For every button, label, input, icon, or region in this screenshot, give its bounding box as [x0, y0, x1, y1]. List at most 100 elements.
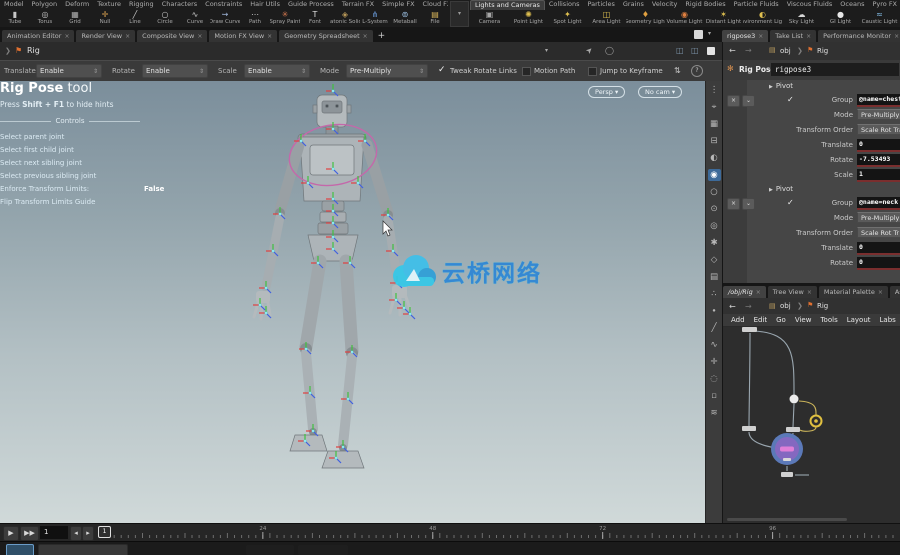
shelf-tool-environment-light[interactable]: ◐Environment Light [743, 10, 782, 27]
collapse-triangle-icon[interactable]: ▶ [769, 84, 773, 90]
menu-labs[interactable]: Labs [880, 316, 896, 324]
enable-checkbox[interactable]: ✓ [787, 198, 794, 207]
range-end-field[interactable] [298, 545, 348, 555]
new-tab-button[interactable]: + [375, 30, 389, 42]
dots-icon[interactable]: ∴ [708, 288, 721, 300]
snap-multi-icon[interactable]: ◫ [691, 46, 699, 55]
range-start-field[interactable] [246, 545, 294, 555]
shelf-tab-texture[interactable]: Texture [93, 0, 125, 10]
shelf-tab-particle-fluids[interactable]: Particle Fluids [730, 0, 783, 10]
rotate-dropdown[interactable]: Enable ⇕ [142, 64, 208, 78]
shelf-tool-grid[interactable]: ▦ Grid [60, 10, 90, 27]
param-value-mode[interactable]: Pre-Multiply [857, 212, 900, 223]
shelf-tab-constraints[interactable]: Constraints [201, 0, 246, 10]
param-value-group[interactable]: @name=chest [857, 94, 900, 107]
shelf-tool-line[interactable]: ╱ Line [120, 10, 150, 27]
no-cam-pill[interactable]: No cam ▾ [638, 86, 683, 98]
shelf-tool-platonic-solids[interactable]: ◈Platonic Solids [330, 10, 360, 27]
network-scrollbar[interactable] [727, 518, 847, 521]
maximize-square-icon[interactable] [707, 47, 715, 55]
options-dot-icon[interactable]: ▾ [545, 47, 548, 54]
shelf-tab-lights-and-cameras[interactable]: Lights and Cameras [470, 0, 545, 10]
shelf-tool-metaball[interactable]: ⊚ Metaball [390, 10, 420, 27]
pane-tab-animation-editor[interactable]: Animation Editor × [2, 30, 75, 42]
close-icon[interactable]: × [878, 289, 883, 296]
breadcrumb-rig[interactable]: Rig [817, 47, 828, 55]
drag-handle-icon[interactable]: ⋮ [708, 84, 721, 96]
step-back-button[interactable]: ◂ [70, 526, 82, 541]
menu-go[interactable]: Go [776, 316, 786, 324]
shelf-tool-circle[interactable]: ○ Circle [150, 10, 180, 27]
shelf-tool-curve[interactable]: ∿ Curve [180, 10, 210, 27]
shelf-tool-camera[interactable]: ▣ Camera [470, 10, 509, 27]
current-frame-field[interactable]: 1 [40, 526, 68, 539]
shelf-tab-pyro-fx[interactable]: Pyro FX [868, 0, 900, 10]
delete-instance-button[interactable]: × [727, 198, 740, 210]
shelf-tool-spray-paint[interactable]: ✳ Spray Paint [270, 10, 300, 27]
breadcrumb-obj[interactable]: obj [780, 47, 791, 55]
menu-tools[interactable]: Tools [820, 316, 837, 324]
shelf-tool-caustic-light[interactable]: ≈ Caustic Light [860, 10, 899, 27]
skip-to-end-button[interactable]: ▶▶ [20, 526, 39, 541]
pane-tab-geometry-spreadsheet[interactable]: Geometry Spreadsheet × [279, 30, 373, 42]
param-value-rotate[interactable]: -7.53493 [857, 154, 900, 167]
tweak-rotate-links-checkbox[interactable]: ✓ [438, 65, 446, 75]
menu-view[interactable]: View [795, 316, 812, 324]
pane-tab--obj-rig[interactable]: /obj/Rig × [723, 286, 766, 298]
shelf-tool-spot-light[interactable]: ✦ Spot Light [548, 10, 587, 27]
shelf-tool-gi-light[interactable]: ● GI Light [821, 10, 860, 27]
insert-instance-button[interactable]: ⌄ [742, 198, 755, 210]
plus-icon[interactable]: ✛ [708, 356, 721, 368]
jump-to-keyframe-checkbox[interactable] [588, 67, 597, 76]
close-icon[interactable]: × [64, 33, 69, 40]
shelf-tab-guide-process[interactable]: Guide Process [284, 0, 338, 10]
network-editor[interactable] [723, 327, 900, 523]
shelf-tab-hair-utils[interactable]: Hair Utils [246, 0, 284, 10]
light-bulb-icon[interactable]: ⊙ [708, 203, 721, 215]
pane-layout-icon[interactable] [694, 30, 703, 39]
pane-tab-take-list[interactable]: Take List × [770, 30, 817, 42]
shelf-set-menu-button[interactable]: ▾ [450, 1, 469, 27]
shelf-tool-file[interactable]: ▤ File [420, 10, 448, 27]
pane-tab-tree-view[interactable]: Tree View × [767, 286, 817, 298]
shelf-tab-oceans[interactable]: Oceans [836, 0, 868, 10]
shelf-tab-model[interactable]: Model [0, 0, 28, 10]
playback-mode-button[interactable] [38, 544, 128, 555]
snapshot-icon[interactable]: ▦ [708, 118, 721, 130]
close-icon[interactable]: × [197, 33, 202, 40]
menu-edit[interactable]: Edit [754, 316, 768, 324]
param-value-translate[interactable]: 0 [857, 139, 900, 152]
pane-tab-motion-fx-view[interactable]: Motion FX View × [209, 30, 278, 42]
translate-dropdown[interactable]: Enable ⇕ [36, 64, 102, 78]
param-value-mode[interactable]: Pre-Multiply [857, 109, 900, 120]
pin-icon[interactable]: ➤ [584, 45, 595, 56]
character-pick-icon[interactable]: ◇ [708, 254, 721, 266]
shelf-tab-particles[interactable]: Particles [583, 0, 618, 10]
shelf-tab-polygon[interactable]: Polygon [28, 0, 62, 10]
mode-dropdown[interactable]: Pre-Multiply ⇕ [346, 64, 428, 78]
shelf-tab-rigid-bodies[interactable]: Rigid Bodies [681, 0, 729, 10]
forward-arrow-icon[interactable]: → [745, 302, 752, 311]
back-arrow-icon[interactable]: ← [729, 302, 736, 311]
close-icon[interactable]: × [756, 289, 761, 296]
shelf-tool-area-light[interactable]: ◫ Area Light [587, 10, 626, 27]
memory-icon[interactable]: ▤ [708, 271, 721, 283]
pane-tab-material-palette[interactable]: Material Palette × [818, 286, 888, 298]
radial-menu-icon[interactable]: ◯ [605, 46, 614, 55]
shelf-tab-deform[interactable]: Deform [61, 0, 93, 10]
tilde-icon[interactable]: ≋ [708, 407, 721, 419]
param-value-transform-order[interactable]: Scale Rot Tr [857, 227, 900, 238]
shelf-tab-collisions[interactable]: Collisions [545, 0, 584, 10]
play-button[interactable]: ▶ [3, 526, 19, 541]
slash-icon[interactable]: ╱ [708, 322, 721, 334]
insert-instance-button[interactable]: ⌄ [742, 95, 755, 107]
box-icon[interactable]: ▫ [708, 390, 721, 402]
shelf-tool-path[interactable]: ⋯ Path [240, 10, 270, 27]
menu-add[interactable]: Add [731, 316, 745, 324]
menu-layout[interactable]: Layout [847, 316, 871, 324]
param-value-translate[interactable]: 0 [857, 242, 900, 255]
breadcrumb-obj[interactable]: obj [780, 302, 791, 310]
shading-sphere-icon[interactable]: ◉ [707, 169, 721, 181]
shelf-tab-terrain-fx[interactable]: Terrain FX [338, 0, 378, 10]
shelf-tab-rigging[interactable]: Rigging [125, 0, 158, 10]
